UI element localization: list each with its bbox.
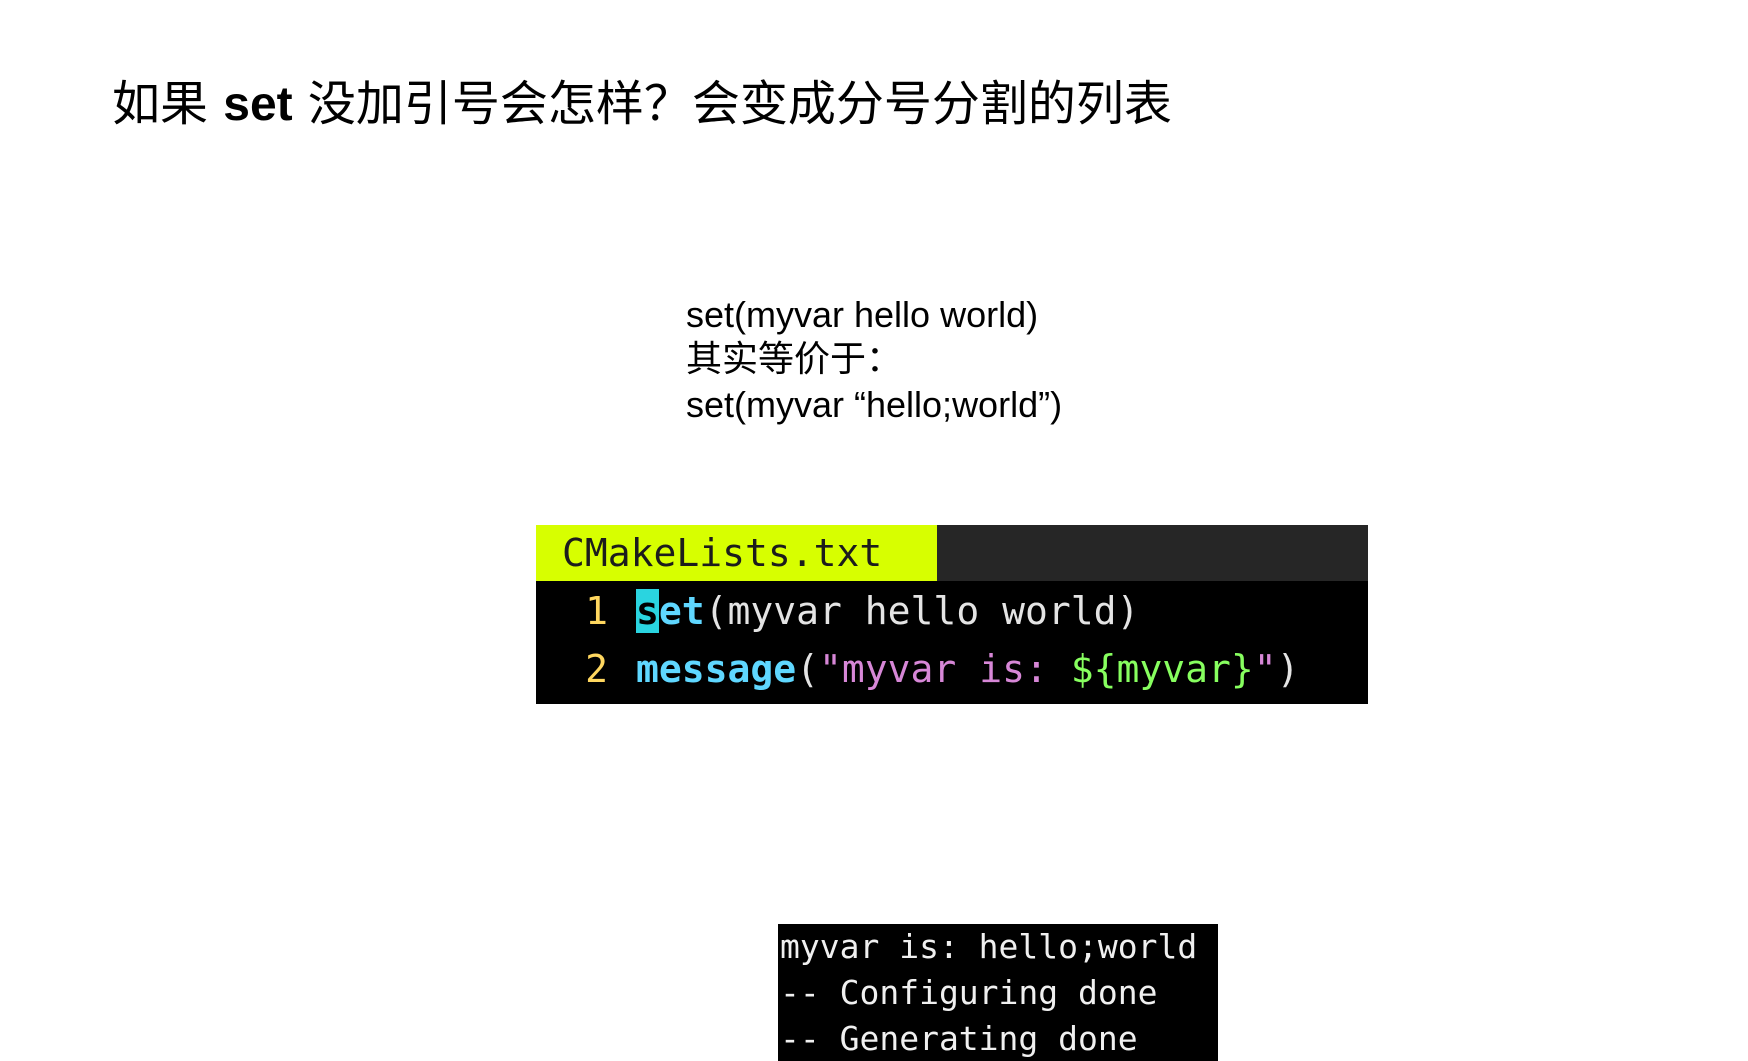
line-number-1: 1 — [585, 589, 608, 633]
explanation-line-quoted: set(myvar “hello;world”) — [686, 384, 1063, 425]
slide-title: 如果 set 没加引号会怎样？会变成分号分割的列表 — [112, 72, 1172, 137]
message-variable-ref: ${myvar} — [1070, 647, 1254, 691]
message-string-close: " — [1253, 647, 1277, 691]
editor-cursor: s — [636, 589, 659, 633]
message-command: message — [636, 647, 797, 691]
terminal-output-screenshot: myvar is: hello;world -- Configuring don… — [778, 924, 1218, 1061]
terminal-line-output: myvar is: hello;world — [780, 927, 1198, 966]
title-keyword: set — [223, 78, 293, 131]
explanation-line-original: set(myvar hello world) — [686, 294, 1039, 335]
code-line-2: 2 message("myvar is: ${myvar}") — [536, 641, 1300, 697]
explanation-line-equivalent-label: 其实等价于： — [686, 339, 903, 380]
message-close-paren: ) — [1276, 647, 1300, 691]
terminal-line-generating: -- Generating done — [780, 1019, 1138, 1058]
message-string-text: "myvar is: — [819, 647, 1071, 691]
title-prefix: 如果 — [112, 76, 224, 132]
vim-editor-screenshot: CMakeLists.txt 1 set(myvar hello world) 2… — [536, 525, 1368, 704]
editor-tabline: CMakeLists.txt — [536, 525, 1368, 581]
terminal-line-configuring: -- Configuring done — [780, 973, 1158, 1012]
message-open-paren: ( — [796, 647, 820, 691]
set-command-rest: et — [658, 589, 705, 633]
explanation-text: set(myvar hello world) 其实等价于： set(myvar … — [686, 292, 1062, 427]
title-suffix: 没加引号会怎样？会变成分号分割的列表 — [292, 76, 1172, 132]
code-line-1: 1 set(myvar hello world) — [536, 583, 1139, 639]
set-arguments: (myvar hello world) — [704, 589, 1140, 633]
line-number-2: 2 — [585, 647, 608, 691]
editor-tab-cmakelists: CMakeLists.txt — [536, 525, 937, 581]
